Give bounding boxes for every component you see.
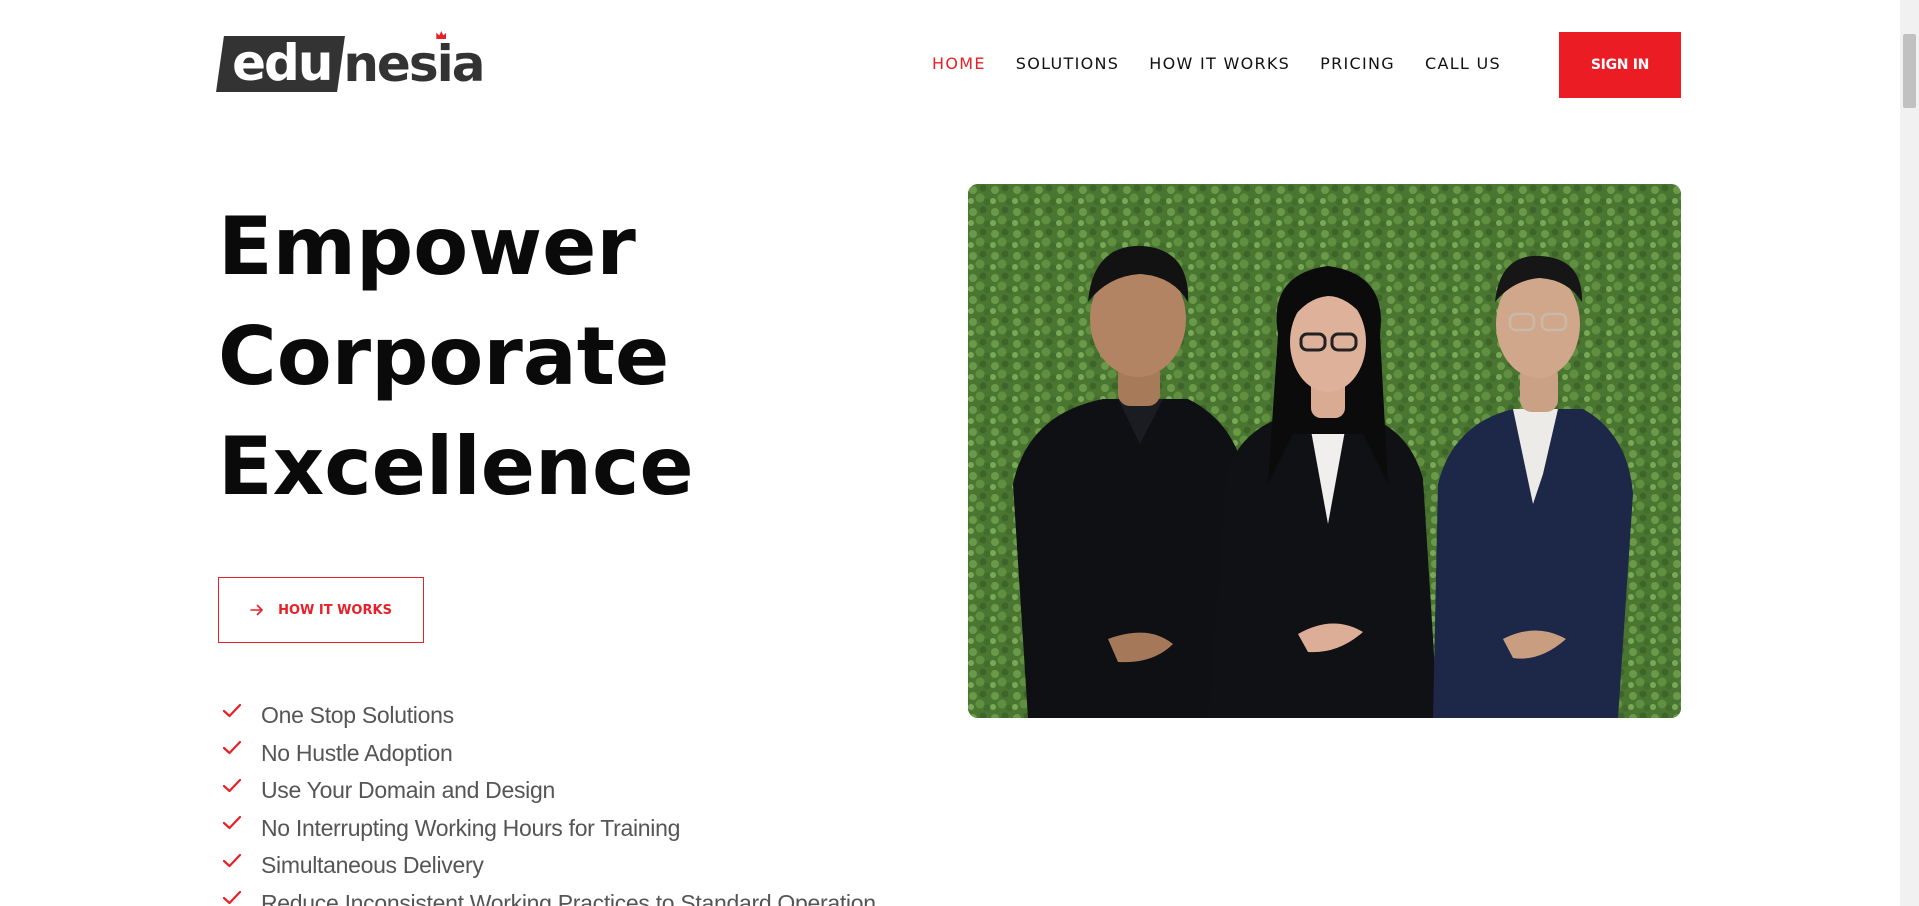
check-icon <box>222 853 242 867</box>
brand-logo[interactable]: edu nesia <box>216 31 485 92</box>
nav-item-solutions[interactable]: SOLUTIONS <box>1016 54 1120 73</box>
check-icon <box>222 741 242 755</box>
nav-item-home[interactable]: HOME <box>932 54 986 73</box>
how-it-works-label: HOW IT WORKS <box>278 602 392 618</box>
hero-title-line: Corporate <box>218 310 670 403</box>
nav-item-call-us[interactable]: CALL US <box>1425 54 1501 73</box>
how-it-works-button[interactable]: HOW IT WORKS <box>218 577 424 643</box>
feature-text: Simultaneous Delivery <box>261 852 484 879</box>
hero-title: Empower Corporate Excellence <box>218 192 694 522</box>
feature-text: One Stop Solutions <box>261 702 454 729</box>
nav-item-how-it-works[interactable]: HOW IT WORKS <box>1149 54 1290 73</box>
hero-photo <box>968 184 1681 718</box>
check-icon <box>222 891 242 905</box>
feature-text: Use Your Domain and Design <box>261 777 555 804</box>
nav-item-pricing[interactable]: PRICING <box>1320 54 1395 73</box>
hero-title-line: Empower <box>218 200 636 293</box>
sign-in-button[interactable]: SIGN IN <box>1559 32 1681 98</box>
team-illustration <box>968 184 1681 718</box>
hero-title-line: Excellence <box>218 420 694 513</box>
check-icon <box>222 703 242 717</box>
check-icon <box>222 778 242 792</box>
crown-icon <box>436 31 447 39</box>
check-icon <box>222 816 242 830</box>
main-nav: HOME SOLUTIONS HOW IT WORKS PRICING CALL… <box>932 54 1531 73</box>
feature-text: Reduce Inconsistent Working Practices to… <box>261 889 876 906</box>
feature-text: No Interrupting Working Hours for Traini… <box>261 814 681 841</box>
list-item: One Stop Solutions <box>222 697 876 735</box>
feature-text: No Hustle Adoption <box>261 739 453 766</box>
arrow-right-icon <box>250 604 263 616</box>
list-item: No Hustle Adoption <box>222 735 876 773</box>
scrollbar-thumb[interactable] <box>1903 34 1916 108</box>
logo-boxed-part: edu <box>216 34 346 92</box>
list-item: Use Your Domain and Design <box>222 772 876 810</box>
landing-page: edu nesia HOME SOLUTIONS HOW IT WORKS PR… <box>0 0 1919 906</box>
list-item: Simultaneous Delivery <box>222 847 876 885</box>
logo-text-part: nesia <box>343 31 485 89</box>
page-scrollbar[interactable] <box>1900 0 1919 906</box>
list-item: Reduce Inconsistent Working Practices to… <box>222 885 876 906</box>
feature-list: One Stop Solutions No Hustle Adoption Us… <box>222 697 876 906</box>
list-item: No Interrupting Working Hours for Traini… <box>222 810 876 848</box>
